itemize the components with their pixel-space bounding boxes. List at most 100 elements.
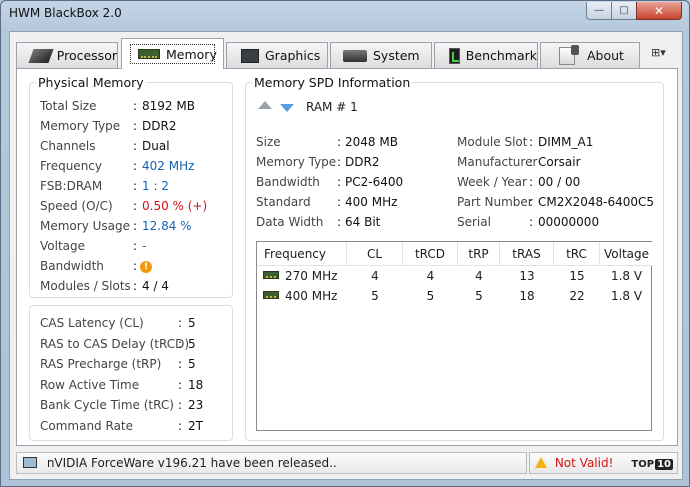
physical-memory-label: Total Size	[40, 99, 97, 113]
tab-system[interactable]: System	[330, 42, 432, 68]
window-title: HWM BlackBox 2.0	[9, 6, 122, 20]
table-column-header[interactable]: Voltage	[600, 242, 653, 266]
field-colon: :	[178, 419, 183, 433]
slot-label: RAM # 1	[306, 100, 358, 114]
field-colon: :	[178, 398, 183, 413]
memory-tab-panel: Physical Memory Total Size:8192 MB Memory…	[16, 68, 678, 446]
field-colon: :	[178, 357, 183, 372]
next-slot-icon[interactable]	[280, 104, 294, 112]
tab-about[interactable]: About	[540, 42, 640, 68]
tab-processor[interactable]: Processor	[16, 42, 118, 68]
table-cell: 1.8 V	[610, 289, 643, 303]
about-icon	[559, 44, 579, 65]
table-row[interactable]: 270 MHz 4 4 4 13 15 1.8 V	[257, 266, 653, 286]
top10-badge: TOP 10	[631, 455, 673, 475]
warning-icon	[535, 457, 547, 468]
table-column-header[interactable]: CL	[347, 242, 403, 266]
table-cell: 5	[475, 289, 483, 303]
physical-memory-label: Speed (O/C)	[40, 199, 113, 213]
table-cell-frequency: 400 MHz	[285, 289, 338, 303]
minimize-button[interactable]: —	[586, 2, 612, 20]
field-colon: :	[337, 195, 342, 209]
timing-value: 5	[188, 357, 196, 372]
field-colon: :	[133, 219, 138, 233]
status-bar: nVIDIA ForceWare v196.21 have been relea…	[16, 452, 678, 476]
spd-field-value: PC2-6400	[345, 175, 404, 189]
field-colon: :	[337, 135, 342, 149]
table-cell: 4	[426, 269, 435, 283]
physical-memory-value: 1 : 2	[142, 179, 169, 193]
physical-memory-value: 0.50 % (+)	[142, 199, 208, 213]
table-cell: 15	[569, 269, 585, 283]
tab-label: Processor	[56, 48, 117, 63]
bandwidth-warning-icon[interactable]: !	[140, 261, 152, 273]
top10-badge-number: 10	[655, 459, 673, 470]
spd-field-label: Module Slot	[457, 135, 528, 149]
top10-badge-text: TOP	[631, 459, 655, 470]
field-colon: :	[337, 215, 342, 229]
spd-field-label: Standard	[256, 195, 311, 209]
spd-field-value: Corsair	[538, 155, 581, 169]
physical-memory-value: 8192 MB	[142, 99, 195, 113]
field-colon: :	[133, 119, 138, 133]
table-cell: 18	[519, 289, 535, 303]
field-colon: :	[133, 239, 138, 253]
table-column-header[interactable]: tRC	[554, 242, 600, 266]
spd-field-label: Bandwidth	[256, 175, 320, 189]
table-column-header[interactable]: tRAS	[500, 242, 554, 266]
physical-memory-title: Physical Memory	[36, 75, 146, 90]
timing-label: CAS Latency (CL)	[40, 316, 144, 330]
table-column-header[interactable]: tRCD	[403, 242, 458, 266]
table-cell: 4	[371, 269, 379, 283]
field-colon: :	[133, 279, 138, 293]
spd-field-value: 2048 MB	[345, 135, 398, 149]
field-colon: :	[133, 159, 138, 173]
physical-memory-value: 4 / 4	[142, 279, 169, 293]
physical-memory-label: Frequency	[40, 159, 102, 173]
client-area: Processor Memory Graphics System Benchma…	[9, 31, 683, 480]
spd-field-value: 64 Bit	[345, 215, 381, 229]
spd-field-value: 400 MHz	[345, 195, 398, 209]
tab-menu-icon[interactable]: ⊞▾	[651, 46, 673, 60]
tab-benchmark[interactable]: Benchmark	[434, 42, 538, 68]
physical-memory-value: DDR2	[142, 119, 177, 133]
table-column-header[interactable]: Frequency	[257, 242, 347, 266]
tab-memory[interactable]: Memory	[121, 38, 224, 69]
field-colon: :	[529, 175, 534, 189]
timing-value: 2T	[188, 419, 203, 433]
status-message-panel[interactable]: nVIDIA ForceWare v196.21 have been relea…	[16, 452, 527, 474]
maximize-button[interactable]: □	[611, 2, 637, 20]
memory-icon	[138, 49, 160, 59]
spd-group: Memory SPD Information RAM # 1 Size:2048…	[245, 75, 664, 441]
table-cell-frequency: 270 MHz	[285, 269, 338, 283]
timing-label: Row Active Time	[40, 377, 140, 392]
field-colon: :	[178, 336, 183, 351]
spd-field-label: Part Number	[457, 195, 533, 209]
spd-title: Memory SPD Information	[252, 75, 413, 90]
tab-label: Benchmark	[465, 48, 537, 63]
table-row[interactable]: 400 MHz 5 5 5 18 22 1.8 V	[257, 286, 653, 306]
app-window: HWM BlackBox 2.0 — □ ✕ Processor Memory …	[0, 0, 690, 487]
tab-graphics[interactable]: Graphics	[226, 42, 328, 68]
timing-value: 5	[188, 336, 196, 351]
physical-memory-value: 402 MHz	[142, 159, 195, 173]
graphics-chip-icon	[241, 48, 259, 63]
timing-value: 18	[188, 377, 204, 392]
tab-label: About	[587, 48, 624, 63]
timing-value: 23	[188, 398, 204, 413]
validation-status: Not Valid!	[554, 456, 614, 470]
timing-label: RAS Precharge (tRP)	[40, 357, 162, 372]
spd-field-label: Week / Year	[457, 175, 527, 189]
validation-panel[interactable]: Not Valid! TOP 10	[529, 452, 678, 474]
title-bar[interactable]: HWM BlackBox 2.0 — □ ✕	[1, 1, 689, 27]
table-column-header[interactable]: tRP	[458, 242, 500, 266]
spd-field-label: Manufacturer	[457, 155, 538, 169]
tab-label: Graphics	[265, 48, 321, 63]
timing-label: Bank Cycle Time (tRC)	[40, 398, 174, 413]
spd-field-value: 00 / 00	[538, 175, 581, 189]
previous-slot-icon[interactable]	[258, 101, 272, 109]
spd-field-label: Serial	[457, 215, 491, 229]
field-colon: :	[529, 195, 534, 209]
spd-field-label: Size	[256, 135, 281, 149]
close-button[interactable]: ✕	[636, 2, 682, 20]
